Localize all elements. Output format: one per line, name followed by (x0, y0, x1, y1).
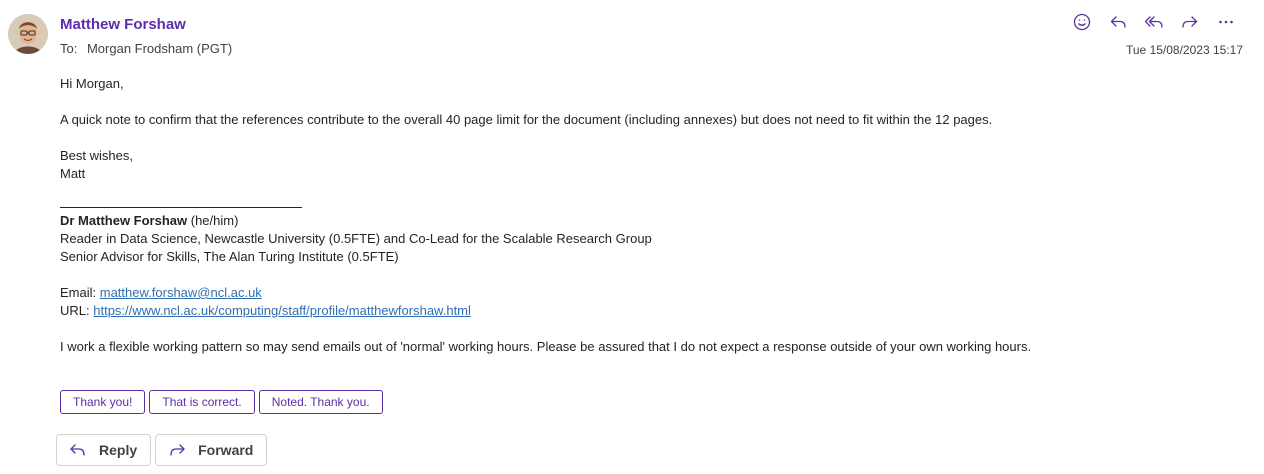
bottom-actions: Reply Forward (56, 434, 268, 466)
email-label: Email: (60, 285, 97, 300)
suggested-reply-chip[interactable]: Thank you! (60, 390, 146, 414)
forward-label: Forward (198, 442, 254, 458)
signature-pronouns: (he/him) (190, 213, 239, 228)
message-body: Hi Morgan, A quick note to confirm that … (60, 75, 1240, 356)
reply-icon[interactable] (1104, 10, 1132, 34)
greeting: Hi Morgan, (60, 76, 124, 91)
sender-avatar[interactable] (8, 14, 48, 54)
email-link[interactable]: matthew.forshaw@ncl.ac.uk (100, 285, 262, 300)
reply-label: Reply (99, 442, 138, 458)
signature-name-line: Dr Matthew Forshaw (he/him) (60, 212, 1240, 230)
signature-divider (60, 207, 302, 208)
forward-icon (170, 444, 185, 456)
reply-all-icon[interactable] (1140, 10, 1168, 34)
suggested-replies: Thank you! That is correct. Noted. Thank… (60, 390, 383, 414)
closing: Best wishes, (60, 148, 133, 163)
signoff: Matt (60, 166, 86, 181)
smiley-icon[interactable] (1068, 10, 1096, 34)
reply-icon (70, 444, 85, 456)
signature-url-line: URL: https://www.ncl.ac.uk/computing/sta… (60, 302, 1240, 320)
working-hours-note: I work a flexible working pattern so may… (60, 339, 1032, 354)
to-label: To: (60, 41, 78, 56)
more-icon[interactable] (1212, 10, 1240, 34)
forward-button[interactable]: Forward (155, 434, 268, 466)
signature-email-line: Email: matthew.forshaw@ncl.ac.uk (60, 284, 1240, 302)
suggested-reply-chip[interactable]: Noted. Thank you. (258, 390, 383, 414)
recipient-line: To: Morgan Frodsham (PGT) (60, 41, 232, 56)
url-link[interactable]: https://www.ncl.ac.uk/computing/staff/pr… (93, 303, 471, 318)
message-date: Tue 15/08/2023 15:17 (1126, 43, 1243, 57)
signature-role-1: Reader in Data Science, Newcastle Univer… (60, 231, 652, 246)
recipient-name[interactable]: Morgan Frodsham (PGT) (87, 41, 232, 56)
body-paragraph: A quick note to confirm that the referen… (60, 112, 993, 127)
message-actions (1068, 10, 1240, 34)
signature-role-2: Senior Advisor for Skills, The Alan Turi… (60, 249, 399, 264)
reply-button[interactable]: Reply (56, 434, 152, 466)
sender-name[interactable]: Matthew Forshaw (60, 16, 186, 33)
suggested-reply-chip[interactable]: That is correct. (149, 390, 255, 414)
signature-name: Dr Matthew Forshaw (60, 213, 188, 228)
url-label: URL: (60, 303, 90, 318)
forward-icon[interactable] (1176, 10, 1204, 34)
